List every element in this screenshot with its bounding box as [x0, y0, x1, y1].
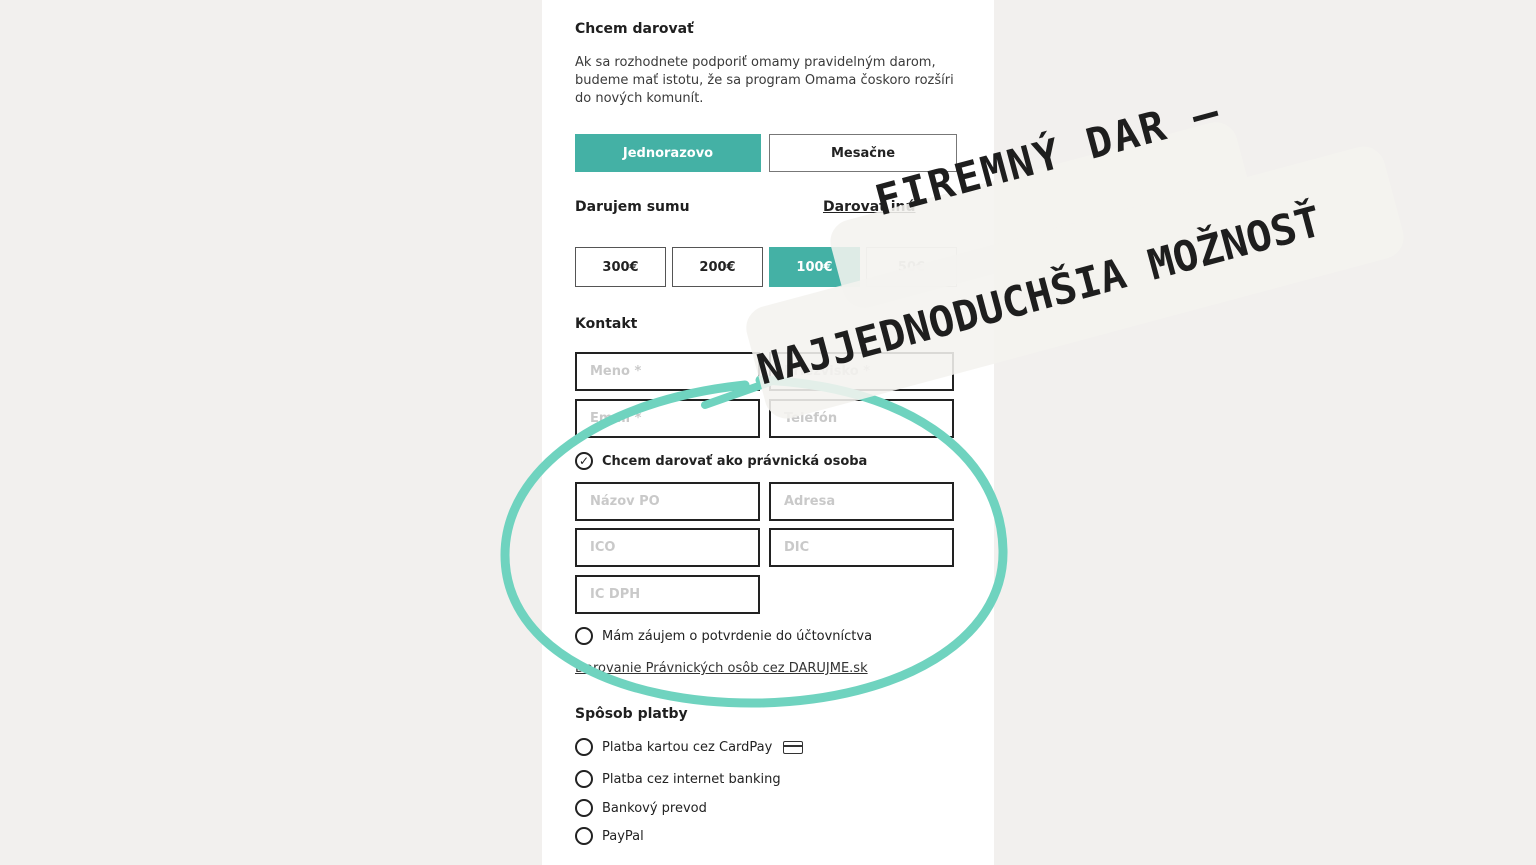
radio-circle	[575, 799, 593, 817]
payment-option-label: PayPal	[602, 828, 644, 844]
amount-50-button[interactable]: 50€	[866, 247, 957, 287]
amount-100-button[interactable]: 100€	[769, 247, 860, 287]
accounting-confirmation-label: Mám záujem o potvrdenie do účtovníctva	[602, 628, 873, 644]
one-time-button[interactable]: Jednorazovo	[575, 134, 761, 172]
checkbox-circle: ✓	[575, 452, 593, 470]
phone-field[interactable]	[769, 399, 954, 438]
accounting-confirmation-checkbox[interactable]: Mám záujem o potvrdenie do účtovníctva	[575, 627, 872, 645]
payment-option-label: Bankový prevod	[602, 800, 707, 816]
radio-circle	[575, 770, 593, 788]
payment-heading: Spôsob platby	[575, 706, 688, 722]
amount-300-button[interactable]: 300€	[575, 247, 666, 287]
payment-option-label: Platba kartou cez CardPay	[602, 739, 773, 755]
monthly-button[interactable]: Mesačne	[769, 134, 957, 172]
payment-option-paypal[interactable]: PayPal	[575, 827, 644, 845]
darujme-link[interactable]: Darovanie Právnických osôb cez DARUJME.s…	[575, 661, 868, 676]
company-name-field[interactable]	[575, 482, 760, 521]
amount-200-button[interactable]: 200€	[672, 247, 763, 287]
contact-heading: Kontakt	[575, 316, 638, 332]
legal-entity-label: Chcem darovať ako právnická osoba	[602, 453, 868, 469]
donate-intro-text: Ak sa rozhodnete podporiť omamy pravidel…	[575, 55, 954, 106]
payment-option-label: Platba cez internet banking	[602, 771, 781, 787]
radio-circle	[575, 738, 593, 756]
other-amount-link[interactable]: Darovať inú	[823, 199, 915, 215]
address-field[interactable]	[769, 482, 954, 521]
payment-option-internet-banking[interactable]: Platba cez internet banking	[575, 770, 781, 788]
legal-entity-checkbox[interactable]: ✓ Chcem darovať ako právnická osoba	[575, 452, 867, 470]
ic-dph-field[interactable]	[575, 575, 760, 614]
radio-circle	[575, 827, 593, 845]
first-name-field[interactable]	[575, 352, 760, 391]
amount-heading: Darujem sumu	[575, 199, 690, 215]
payment-option-bank-transfer[interactable]: Bankový prevod	[575, 799, 707, 817]
payment-option-cardpay[interactable]: Platba kartou cez CardPay	[575, 738, 804, 756]
email-field[interactable]	[575, 399, 760, 438]
last-name-field[interactable]	[769, 352, 954, 391]
radio-circle	[575, 627, 593, 645]
credit-card-icon	[783, 740, 804, 754]
checkmark-icon: ✓	[578, 454, 590, 468]
donate-heading: Chcem darovať	[575, 21, 694, 37]
ico-field[interactable]	[575, 528, 760, 567]
dic-field[interactable]	[769, 528, 954, 567]
